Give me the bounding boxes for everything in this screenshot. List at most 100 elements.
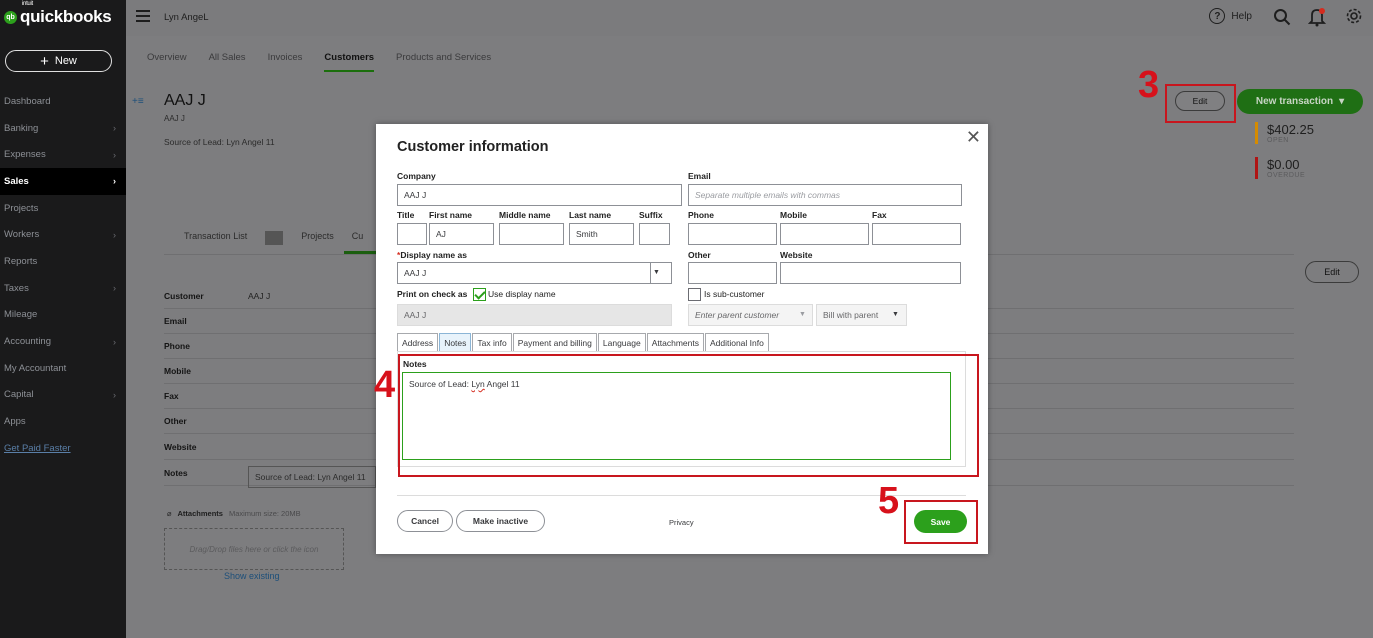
middle-name-label: Middle name	[499, 210, 551, 220]
close-icon[interactable]: ✕	[966, 127, 981, 148]
suffix-label: Suffix	[639, 210, 663, 220]
menu-icon[interactable]	[136, 10, 150, 22]
display-name-select[interactable]: AAJ J	[397, 262, 672, 284]
detail-label-notes: Notes	[164, 468, 188, 478]
subtab-customers[interactable]: Customers	[324, 52, 375, 72]
company-name: Lyn AngeL	[164, 12, 209, 23]
last-name-field[interactable]: Smith	[569, 223, 634, 245]
sidebar-item-expenses[interactable]: Expenses ›	[0, 141, 126, 168]
overdue-balance: $0.00 OVERDUE	[1255, 157, 1305, 179]
tab-notes[interactable]: Notes	[439, 333, 472, 351]
tab-tax-info[interactable]: Tax info	[472, 333, 512, 351]
annotation-box-step5	[904, 500, 978, 544]
chevron-right-icon: ›	[113, 123, 116, 134]
sidebar-item-workers[interactable]: Workers ›	[0, 221, 126, 248]
sidebar-item-banking[interactable]: Banking ›	[0, 115, 126, 142]
phone-label: Phone	[688, 210, 714, 220]
tab-payment-and-billing[interactable]: Payment and billing	[512, 333, 597, 351]
new-transaction-button[interactable]: New transaction ▾	[1237, 89, 1363, 114]
quickbooks-logo[interactable]: qb intuit quickbooks	[4, 1, 112, 28]
detail-label-other: Other	[164, 416, 187, 426]
attachments-dropzone[interactable]: Drag/Drop files here or click the icon	[164, 528, 344, 570]
sidebar-item-sales[interactable]: Sales ›	[0, 168, 126, 195]
overdue-amount: $0.00	[1267, 157, 1300, 172]
sidebar-item-dashboard[interactable]: Dashboard	[0, 88, 126, 115]
mobile-field[interactable]	[780, 223, 869, 245]
help-icon: ?	[1209, 8, 1226, 24]
subtab-overview[interactable]: Overview	[147, 52, 187, 72]
company-field[interactable]: AAJ J	[397, 184, 682, 206]
expand-list-icon[interactable]: +≡	[132, 96, 144, 107]
show-existing-link[interactable]: Show existing	[224, 571, 280, 581]
print-on-check-field[interactable]: AAJ J	[397, 304, 672, 326]
sidebar-item-reports[interactable]: Reports	[0, 248, 126, 275]
top-bar: Lyn AngeL ? Help	[126, 0, 1373, 36]
tab-transaction-list[interactable]: Transaction List	[184, 231, 265, 245]
tab-attachments[interactable]: Attachments	[646, 333, 704, 351]
open-label: OPEN	[1267, 137, 1289, 144]
sidebar-item-mileage[interactable]: Mileage	[0, 302, 126, 329]
sidebar-item-taxes[interactable]: Taxes ›	[0, 275, 126, 302]
last-name-label: Last name	[569, 210, 612, 220]
fax-field[interactable]	[872, 223, 961, 245]
cancel-button[interactable]: Cancel	[397, 510, 453, 532]
middle-name-field[interactable]	[499, 223, 564, 245]
website-field[interactable]	[780, 262, 961, 284]
first-name-field[interactable]: AJ	[429, 223, 494, 245]
help-button[interactable]: ? Help	[1209, 8, 1252, 24]
tab-projects[interactable]: Projects	[301, 231, 352, 245]
detail-label-email: Email	[164, 316, 187, 326]
subtab-invoices[interactable]: Invoices	[268, 52, 303, 72]
phone-field[interactable]	[688, 223, 777, 245]
settings-gear-icon[interactable]	[1345, 7, 1363, 25]
sidebar-item-label: Accounting	[4, 336, 52, 348]
suffix-field[interactable]	[639, 223, 670, 245]
sidebar-item-projects[interactable]: Projects	[0, 195, 126, 222]
customer-name: AAJ J	[164, 92, 206, 109]
caret-down-icon: ▼	[892, 311, 899, 318]
tab-address[interactable]: Address	[397, 333, 439, 351]
detail-label-fax: Fax	[164, 391, 179, 401]
sidebar-item-label: Dashboard	[4, 95, 51, 107]
sidebar-item-label: Banking	[4, 122, 39, 134]
chevron-right-icon: ›	[113, 229, 116, 240]
other-field[interactable]	[688, 262, 777, 284]
overdue-label: OVERDUE	[1267, 172, 1306, 179]
sidebar-item-label: Projects	[4, 202, 39, 214]
tab-additional-info[interactable]: Additional Info	[704, 333, 769, 351]
tab-language[interactable]: Language	[597, 333, 646, 351]
new-button[interactable]: + New	[5, 50, 112, 72]
caret-down-icon: ▾	[1339, 96, 1345, 107]
sidebar-item-get-paid-faster[interactable]: Get Paid Faster	[0, 435, 126, 462]
subtab-products-and-services[interactable]: Products and Services	[396, 52, 491, 72]
privacy-link[interactable]: Privacy	[669, 518, 694, 527]
annotation-step5: 5	[878, 480, 900, 522]
print-on-check-label: Print on check as	[397, 289, 468, 299]
display-name-label: *Display name as	[397, 250, 467, 260]
sidebar-item-my-accountant[interactable]: My Accountant	[0, 355, 126, 382]
make-inactive-button[interactable]: Make inactive	[456, 510, 545, 532]
email-field[interactable]: Separate multiple emails with commas	[688, 184, 962, 206]
display-name-label-text: Display name as	[400, 250, 467, 260]
sidebar-item-label: Workers	[4, 229, 40, 241]
sub-customer-checkbox[interactable]	[688, 288, 701, 301]
chevron-right-icon: ›	[113, 149, 116, 160]
new-button-label: New	[54, 55, 77, 67]
search-icon[interactable]	[1273, 8, 1291, 26]
sub-customer-label: Is sub-customer	[704, 289, 765, 299]
attachments-max-size: Maximum size: 20MB	[228, 509, 301, 518]
notifications-icon[interactable]	[1308, 7, 1326, 27]
use-display-name-checkbox[interactable]	[473, 288, 486, 301]
logo-text: quickbooks	[20, 7, 112, 26]
parent-customer-field[interactable]: Enter parent customer	[688, 304, 813, 326]
open-balance: $402.25 OPEN	[1255, 122, 1314, 144]
subtab-all-sales[interactable]: All Sales	[209, 52, 246, 72]
sidebar-item-label: Reports	[4, 255, 38, 267]
quickbooks-logo-icon: qb	[4, 10, 17, 24]
sidebar-item-apps[interactable]: Apps	[0, 408, 126, 435]
edit-details-button[interactable]: Edit	[1305, 261, 1359, 283]
sidebar-item-capital[interactable]: Capital ›	[0, 382, 126, 409]
title-field[interactable]	[397, 223, 427, 245]
select-divider	[650, 263, 651, 283]
sidebar-item-accounting[interactable]: Accounting ›	[0, 328, 126, 355]
